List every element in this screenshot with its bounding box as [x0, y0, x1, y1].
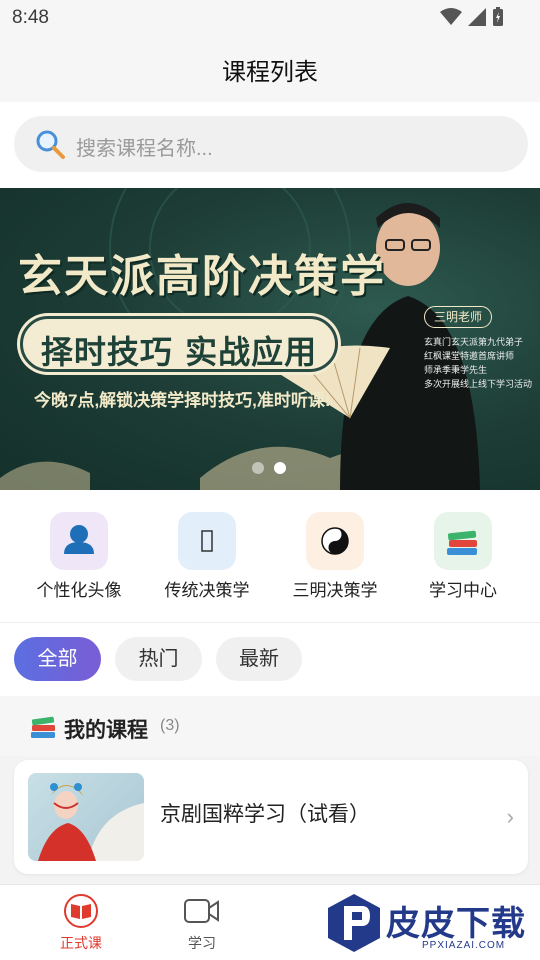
user-icon — [50, 512, 108, 570]
search-placeholder: 搜索课程名称... — [76, 138, 213, 160]
course-thumbnail — [28, 773, 144, 861]
banner-headline: 玄天派高阶决策学 — [18, 251, 386, 302]
page-title: 课程列表 — [222, 59, 318, 86]
shortcut-avatar[interactable]: 个性化头像 — [19, 512, 139, 601]
course-title: 京剧国粹学习（试看） — [160, 803, 370, 826]
search-icon — [36, 130, 65, 159]
carousel-dot-active[interactable] — [274, 462, 286, 474]
banner-pill: 择时技巧 实战应用 — [20, 316, 338, 372]
books-icon — [31, 716, 55, 738]
shortcut-sanming[interactable]: 三明决策学 — [275, 512, 395, 601]
watermark-emblem — [328, 894, 380, 952]
bio-item: 红枫课堂特邀首席讲师 — [424, 351, 515, 361]
status-bar: 8:48 — [0, 0, 540, 36]
watermark-text: 皮皮下载 — [386, 905, 526, 943]
my-courses-header: 我的课程 (3) — [0, 696, 540, 756]
tab-all[interactable]: 全部 — [14, 637, 101, 681]
video-icon — [182, 893, 222, 929]
shortcut-traditional[interactable]: 传统决策学 — [147, 512, 267, 601]
shortcut-label: 三明决策学 — [292, 581, 378, 600]
section-title: 我的课程 — [64, 719, 148, 742]
shortcut-grid: 个性化头像 传统决策学 三明决策学 学习中心 — [0, 490, 540, 622]
shortcut-label: 学习中心 — [429, 581, 497, 600]
shortcut-learning-center[interactable]: 学习中心 — [403, 512, 523, 601]
filter-tabs: 全部 热门 最新 — [0, 622, 540, 696]
status-icons — [440, 7, 504, 27]
bio-item: 多次开展线上线下学习活动 — [424, 379, 533, 389]
bio-item: 玄真门玄天派第九代弟子 — [424, 337, 524, 347]
teacher-bio-list: 玄真门玄天派第九代弟子 红枫课堂特邀首席讲师 师承季秉学先生 多次开展线上线下学… — [424, 335, 532, 391]
course-count: (3) — [160, 717, 180, 734]
nav-label: 正式课 — [60, 935, 102, 951]
chevron-right-icon: › — [506, 804, 514, 829]
nav-label: 学习 — [188, 935, 216, 951]
carousel-dots — [252, 462, 286, 474]
tab-newest[interactable]: 最新 — [216, 637, 302, 681]
book-icon — [61, 893, 101, 929]
search-section: 搜索课程名称... — [0, 102, 540, 188]
books-icon — [434, 512, 492, 570]
shortcut-label: 传统决策学 — [164, 581, 250, 600]
bio-item: 师承季秉学先生 — [424, 365, 488, 375]
battery-icon — [493, 7, 503, 26]
app-header: 课程列表 — [0, 36, 540, 102]
search-input[interactable]: 搜索课程名称... — [14, 116, 528, 172]
watermark-sub: PPXIAZAI.COM — [422, 940, 506, 951]
banner-subtitle: 今晚7点,解锁决策学择时技巧,准时听课! — [34, 391, 331, 410]
signal-icon — [468, 8, 486, 26]
nav-learn[interactable]: 学习 — [152, 893, 252, 953]
tab-hot[interactable]: 热门 — [115, 637, 202, 681]
shortcut-label: 个性化头像 — [36, 581, 122, 600]
wifi-icon — [440, 8, 462, 25]
nav-formal-course[interactable]: 正式课 — [31, 893, 131, 953]
status-time: 8:48 — [12, 7, 49, 28]
carousel-dot[interactable] — [252, 462, 264, 474]
watermark-logo: 皮皮下载 PPXIAZAI.COM — [326, 892, 536, 956]
banner-pill-text: 择时技巧 实战应用 — [40, 333, 318, 371]
bagua-icon — [178, 512, 236, 570]
course-card[interactable]: 京剧国粹学习（试看） › — [14, 760, 528, 874]
promo-banner[interactable]: 玄天派高阶决策学 择时技巧 实战应用 今晚7点,解锁决策学择时技巧,准时听课! … — [0, 188, 540, 490]
teacher-tag: 三明老师 — [424, 306, 492, 328]
yin-yang-icon — [306, 512, 364, 570]
teacher-tag-label: 三明老师 — [433, 310, 482, 324]
